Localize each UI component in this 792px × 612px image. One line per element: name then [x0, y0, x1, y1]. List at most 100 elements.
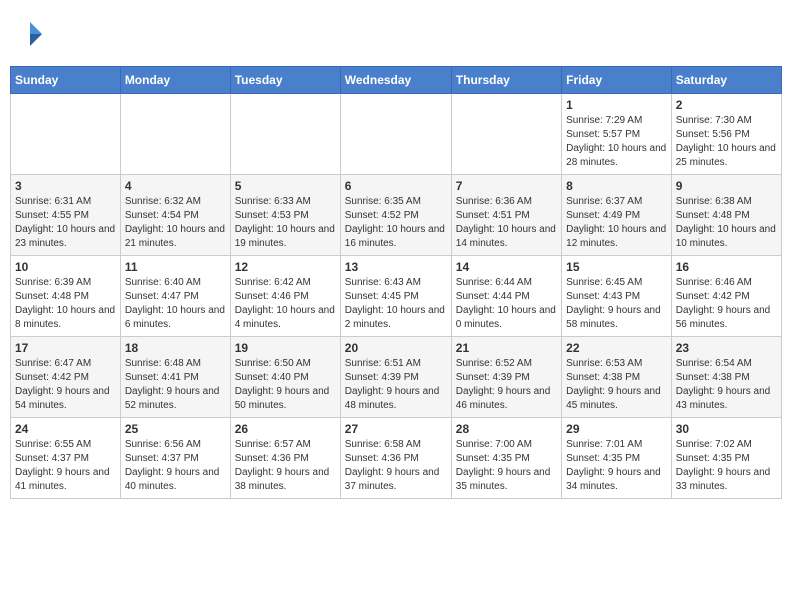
day-info: Sunrise: 7:01 AM Sunset: 4:35 PM Dayligh…	[566, 438, 667, 494]
day-number: 13	[345, 260, 447, 274]
calendar-cell: 2Sunrise: 7:30 AM Sunset: 5:56 PM Daylig…	[671, 94, 781, 175]
day-info: Sunrise: 6:40 AM Sunset: 4:47 PM Dayligh…	[125, 276, 226, 332]
day-info: Sunrise: 6:43 AM Sunset: 4:45 PM Dayligh…	[345, 276, 447, 332]
day-info: Sunrise: 6:42 AM Sunset: 4:46 PM Dayligh…	[235, 276, 336, 332]
calendar-cell: 30 Sunrise: 7:02 AM Sunset: 4:35 PM Dayli…	[671, 418, 781, 499]
day-number: 29	[566, 422, 667, 436]
header-monday: Monday	[120, 67, 230, 94]
day-number: 27	[345, 422, 447, 436]
header-wednesday: Wednesday	[340, 67, 451, 94]
calendar-header-row: SundayMondayTuesdayWednesdayThursdayFrid…	[11, 67, 782, 94]
day-number: 10	[15, 260, 116, 274]
day-info: Sunrise: 6:57 AM Sunset: 4:36 PM Dayligh…	[235, 438, 336, 494]
day-info: Sunrise: 6:54 AM Sunset: 4:38 PM Dayligh…	[676, 357, 777, 413]
day-info: Sunrise: 6:48 AM Sunset: 4:41 PM Dayligh…	[125, 357, 226, 413]
day-number: 19	[235, 341, 336, 355]
calendar-cell	[451, 94, 561, 175]
day-info: Sunrise: 6:52 AM Sunset: 4:39 PM Dayligh…	[456, 357, 557, 413]
calendar-week-3: 10 Sunrise: 6:39 AM Sunset: 4:48 PM Dayli…	[11, 256, 782, 337]
day-number: 2	[676, 98, 777, 112]
calendar-cell: 9Sunrise: 6:38 AM Sunset: 4:48 PM Daylig…	[671, 175, 781, 256]
day-number: 20	[345, 341, 447, 355]
calendar-cell: 20 Sunrise: 6:51 AM Sunset: 4:39 PM Dayli…	[340, 337, 451, 418]
day-info: Sunrise: 6:31 AM Sunset: 4:55 PM Dayligh…	[15, 195, 116, 251]
header	[10, 10, 782, 58]
day-info: Sunrise: 6:51 AM Sunset: 4:39 PM Dayligh…	[345, 357, 447, 413]
calendar-cell	[120, 94, 230, 175]
calendar-week-4: 17Sunrise: 6:47 AM Sunset: 4:42 PM Dayli…	[11, 337, 782, 418]
calendar-cell: 13 Sunrise: 6:43 AM Sunset: 4:45 PM Dayli…	[340, 256, 451, 337]
calendar-cell	[340, 94, 451, 175]
day-info: Sunrise: 6:44 AM Sunset: 4:44 PM Dayligh…	[456, 276, 557, 332]
calendar-cell: 3 Sunrise: 6:31 AM Sunset: 4:55 PM Daylig…	[11, 175, 121, 256]
logo	[14, 18, 50, 50]
day-number: 28	[456, 422, 557, 436]
calendar-cell: 4 Sunrise: 6:32 AM Sunset: 4:54 PM Daylig…	[120, 175, 230, 256]
header-saturday: Saturday	[671, 67, 781, 94]
day-number: 3	[15, 179, 116, 193]
calendar-cell: 22 Sunrise: 6:53 AM Sunset: 4:38 PM Dayli…	[562, 337, 672, 418]
day-info: Sunrise: 6:50 AM Sunset: 4:40 PM Dayligh…	[235, 357, 336, 413]
calendar-cell: 12 Sunrise: 6:42 AM Sunset: 4:46 PM Dayli…	[230, 256, 340, 337]
calendar-cell: 6 Sunrise: 6:35 AM Sunset: 4:52 PM Daylig…	[340, 175, 451, 256]
day-number: 14	[456, 260, 557, 274]
day-number: 24	[15, 422, 116, 436]
calendar-cell: 24 Sunrise: 6:55 AM Sunset: 4:37 PM Dayli…	[11, 418, 121, 499]
calendar-cell: 27 Sunrise: 6:58 AM Sunset: 4:36 PM Dayli…	[340, 418, 451, 499]
day-number: 16	[676, 260, 777, 274]
day-info: Sunrise: 6:53 AM Sunset: 4:38 PM Dayligh…	[566, 357, 667, 413]
day-info: Sunrise: 6:46 AM Sunset: 4:42 PM Dayligh…	[676, 276, 777, 332]
day-info: Sunrise: 6:33 AM Sunset: 4:53 PM Dayligh…	[235, 195, 336, 251]
day-number: 12	[235, 260, 336, 274]
day-info: Sunrise: 7:00 AM Sunset: 4:35 PM Dayligh…	[456, 438, 557, 494]
day-info: Sunrise: 6:58 AM Sunset: 4:36 PM Dayligh…	[345, 438, 447, 494]
calendar-cell: 8 Sunrise: 6:37 AM Sunset: 4:49 PM Daylig…	[562, 175, 672, 256]
calendar-cell: 5 Sunrise: 6:33 AM Sunset: 4:53 PM Daylig…	[230, 175, 340, 256]
day-number: 22	[566, 341, 667, 355]
calendar-week-2: 3 Sunrise: 6:31 AM Sunset: 4:55 PM Daylig…	[11, 175, 782, 256]
calendar-cell: 15 Sunrise: 6:45 AM Sunset: 4:43 PM Dayli…	[562, 256, 672, 337]
header-friday: Friday	[562, 67, 672, 94]
calendar-cell: 25 Sunrise: 6:56 AM Sunset: 4:37 PM Dayli…	[120, 418, 230, 499]
calendar-cell: 7Sunrise: 6:36 AM Sunset: 4:51 PM Daylig…	[451, 175, 561, 256]
calendar-cell: 17Sunrise: 6:47 AM Sunset: 4:42 PM Dayli…	[11, 337, 121, 418]
day-info: Sunrise: 6:45 AM Sunset: 4:43 PM Dayligh…	[566, 276, 667, 332]
calendar-cell: 11 Sunrise: 6:40 AM Sunset: 4:47 PM Dayli…	[120, 256, 230, 337]
day-number: 7	[456, 179, 557, 193]
calendar-cell: 26 Sunrise: 6:57 AM Sunset: 4:36 PM Dayli…	[230, 418, 340, 499]
day-number: 25	[125, 422, 226, 436]
day-info: Sunrise: 6:37 AM Sunset: 4:49 PM Dayligh…	[566, 195, 667, 251]
day-number: 5	[235, 179, 336, 193]
day-number: 17	[15, 341, 116, 355]
day-number: 6	[345, 179, 447, 193]
calendar-cell: 29 Sunrise: 7:01 AM Sunset: 4:35 PM Dayli…	[562, 418, 672, 499]
day-info: Sunrise: 7:29 AM Sunset: 5:57 PM Dayligh…	[566, 114, 667, 170]
day-number: 18	[125, 341, 226, 355]
calendar-cell: 10 Sunrise: 6:39 AM Sunset: 4:48 PM Dayli…	[11, 256, 121, 337]
day-info: Sunrise: 6:56 AM Sunset: 4:37 PM Dayligh…	[125, 438, 226, 494]
day-number: 15	[566, 260, 667, 274]
day-info: Sunrise: 6:32 AM Sunset: 4:54 PM Dayligh…	[125, 195, 226, 251]
calendar-cell: 16 Sunrise: 6:46 AM Sunset: 4:42 PM Dayli…	[671, 256, 781, 337]
calendar-cell	[230, 94, 340, 175]
day-info: Sunrise: 6:55 AM Sunset: 4:37 PM Dayligh…	[15, 438, 116, 494]
calendar-cell: 21 Sunrise: 6:52 AM Sunset: 4:39 PM Dayli…	[451, 337, 561, 418]
logo-icon	[14, 18, 46, 50]
calendar: SundayMondayTuesdayWednesdayThursdayFrid…	[10, 66, 782, 499]
calendar-cell	[11, 94, 121, 175]
day-info: Sunrise: 7:02 AM Sunset: 4:35 PM Dayligh…	[676, 438, 777, 494]
day-number: 1	[566, 98, 667, 112]
day-info: Sunrise: 6:35 AM Sunset: 4:52 PM Dayligh…	[345, 195, 447, 251]
day-number: 21	[456, 341, 557, 355]
day-number: 4	[125, 179, 226, 193]
day-number: 30	[676, 422, 777, 436]
calendar-week-5: 24 Sunrise: 6:55 AM Sunset: 4:37 PM Dayli…	[11, 418, 782, 499]
calendar-week-1: 1 Sunrise: 7:29 AM Sunset: 5:57 PM Daylig…	[11, 94, 782, 175]
calendar-cell: 14 Sunrise: 6:44 AM Sunset: 4:44 PM Dayli…	[451, 256, 561, 337]
day-info: Sunrise: 6:39 AM Sunset: 4:48 PM Dayligh…	[15, 276, 116, 332]
day-number: 8	[566, 179, 667, 193]
header-sunday: Sunday	[11, 67, 121, 94]
day-number: 11	[125, 260, 226, 274]
calendar-cell: 19 Sunrise: 6:50 AM Sunset: 4:40 PM Dayli…	[230, 337, 340, 418]
day-number: 26	[235, 422, 336, 436]
